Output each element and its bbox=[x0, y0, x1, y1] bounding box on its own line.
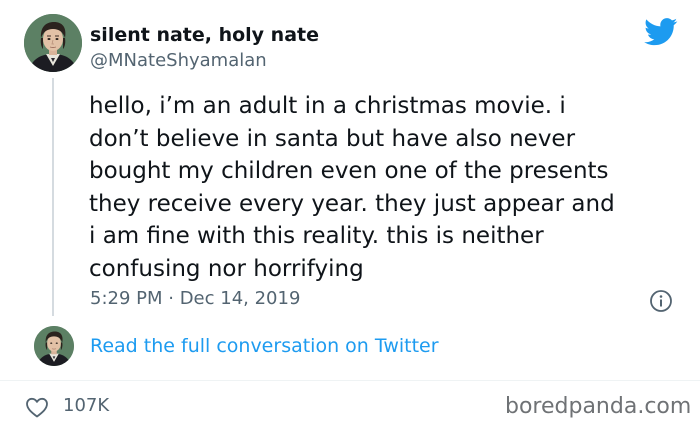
tweet-text-line: they receive every year. they just appea… bbox=[89, 190, 615, 217]
heart-icon[interactable] bbox=[25, 396, 49, 418]
tweet-text-line: i am fine with this reality. this is nei… bbox=[89, 223, 544, 249]
tweet-text-line: confusing nor horrifying bbox=[89, 255, 364, 282]
read-full-conversation-link[interactable]: Read the full conversation on Twitter bbox=[90, 335, 439, 357]
tweet-text-line: hello, i’m an adult in a christmas movie… bbox=[89, 93, 566, 119]
tweet-text-line: bought my children even one of the prese… bbox=[89, 158, 609, 184]
tweet-text: hello, i’m an adult in a christmas movie… bbox=[89, 90, 689, 285]
twitter-bird-icon[interactable] bbox=[644, 18, 678, 46]
tweet-timestamp[interactable]: 5:29 PM · Dec 14, 2019 bbox=[90, 288, 300, 309]
avatar-portrait-image bbox=[24, 14, 82, 72]
avatar-portrait-image bbox=[34, 326, 74, 366]
author-avatar-small[interactable] bbox=[34, 326, 74, 366]
thread-connector-line bbox=[52, 78, 54, 316]
like-count: 107K bbox=[63, 395, 110, 416]
footer-divider bbox=[0, 380, 700, 381]
author-handle[interactable]: @MNateShyamalan bbox=[90, 50, 267, 71]
boredpanda-watermark: boredpanda.com bbox=[505, 394, 692, 419]
info-icon[interactable] bbox=[649, 289, 673, 313]
tweet-text-line: don’t believe in santa but have also nev… bbox=[89, 125, 576, 152]
author-avatar[interactable] bbox=[24, 14, 82, 72]
author-display-name[interactable]: silent nate, holy nate bbox=[90, 24, 319, 46]
